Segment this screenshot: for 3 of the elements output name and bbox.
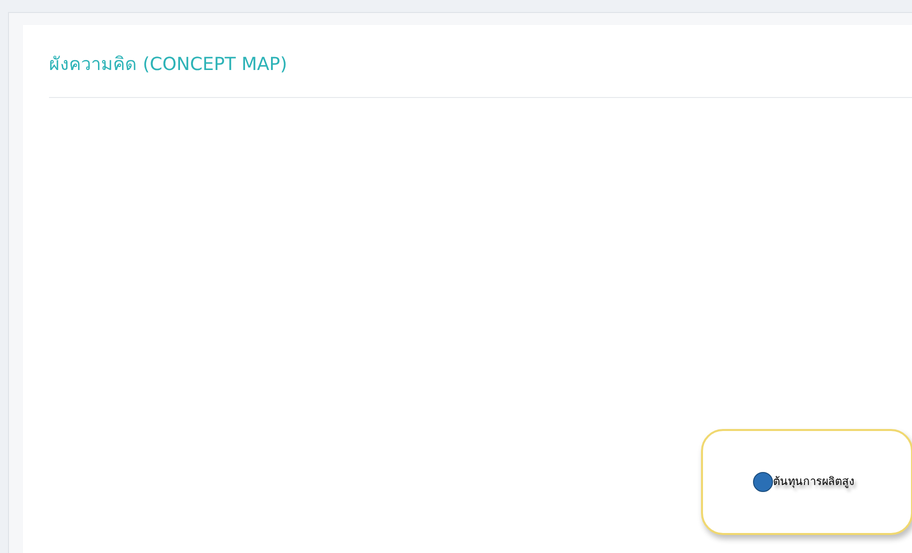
panel-title: ผังความคิด (CONCEPT MAP) bbox=[49, 53, 288, 77]
node-label: ต้นทุนการผลิตสูง bbox=[773, 474, 854, 490]
concept-node[interactable]: ต้นทุนการผลิตสูง bbox=[701, 429, 912, 535]
